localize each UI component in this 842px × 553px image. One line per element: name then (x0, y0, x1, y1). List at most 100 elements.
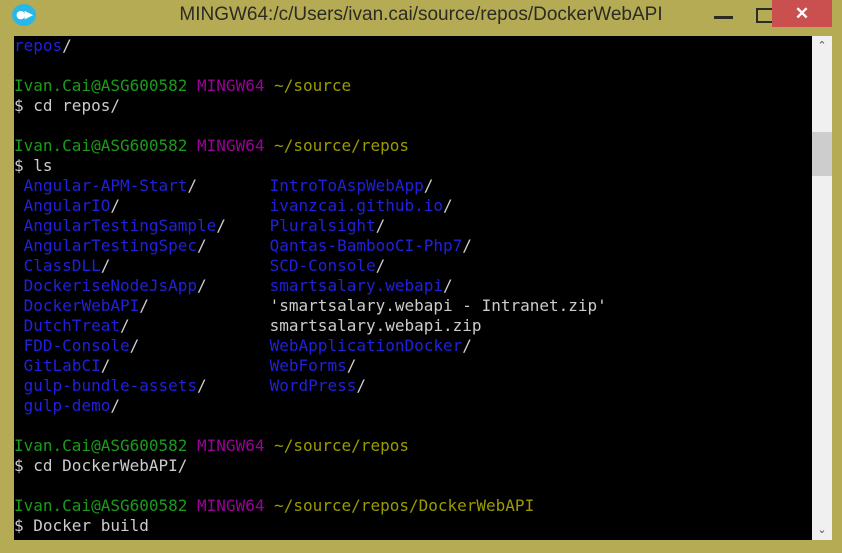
listing-indent (14, 336, 24, 355)
close-icon: ✕ (794, 4, 810, 23)
command-text: ls (23, 156, 53, 175)
listing-indent (14, 276, 24, 295)
directory-slash: / (375, 256, 386, 275)
scrollbar-thumb[interactable] (812, 131, 832, 176)
prompt-shell-name: MINGW64 (197, 76, 265, 95)
directory-name: WordPress (269, 376, 357, 395)
directory-name: FDD-Console (23, 336, 130, 355)
directory-slash: / (356, 376, 366, 395)
terminal-listing-row: DockerWebAPI/'smartsalary.webapi - Intra… (14, 296, 812, 316)
listing-entry: smartsalary.webapi.zip (270, 316, 482, 335)
listing-indent (14, 356, 24, 375)
terminal-listing-row: GitLabCI/WebForms/ (14, 356, 812, 376)
directory-slash: / (100, 256, 111, 275)
terminal-command-line: $ cd DockerWebAPI/ (14, 456, 812, 476)
prompt-path: ~/source/repos (274, 436, 409, 455)
listing-entry: GitLabCI/ (24, 356, 270, 376)
directory-name: Pluralsight (269, 216, 376, 235)
listing-entry: Angular-APM-Start/ (24, 176, 270, 196)
terminal-prompt-line: Ivan.Cai@ASG600582 MINGW64 ~/source/repo… (14, 436, 812, 456)
terminal-output-area[interactable]: repos/ Ivan.Cai@ASG600582 MINGW64 ~/sour… (14, 36, 812, 540)
listing-entry: IntroToAspWebApp/ (270, 176, 434, 195)
terminal-listing-row: gulp-bundle-assets/WordPress/ (14, 376, 812, 396)
directory-slash: / (62, 36, 72, 55)
minimize-icon (714, 16, 733, 19)
directory-name: ClassDLL (23, 256, 101, 275)
command-text: Docker build (23, 516, 149, 535)
prompt-user-host: Ivan.Cai@ASG600582 (14, 76, 188, 95)
directory-name: AngularIO (23, 196, 111, 215)
listing-entry: WebApplicationDocker/ (270, 336, 472, 355)
directory-name: smartsalary.webapi (269, 276, 444, 295)
terminal-listing-row: DockeriseNodeJsApp/smartsalary.webapi/ (14, 276, 812, 296)
listing-entry: WebForms/ (270, 356, 357, 375)
prompt-user-host: Ivan.Cai@ASG600582 (14, 436, 188, 455)
prompt-path: ~/source/repos (274, 136, 409, 155)
scroll-up-arrow-icon[interactable]: ⌃ (812, 36, 832, 56)
terminal-command-line: $ ls (14, 156, 812, 176)
directory-slash: / (100, 356, 111, 375)
listing-indent (14, 236, 24, 255)
terminal-listing-row: AngularIO/ivanzcai.github.io/ (14, 196, 812, 216)
app-icon-glyph: ●▶ (16, 8, 33, 21)
directory-slash: / (443, 196, 453, 215)
minimize-button[interactable] (706, 0, 742, 27)
terminal-prompt-line: Ivan.Cai@ASG600582 MINGW64 ~/source/repo… (14, 136, 812, 156)
directory-name: Angular-APM-Start (23, 176, 188, 195)
prompt-shell-name: MINGW64 (197, 136, 265, 155)
directory-slash: / (197, 376, 207, 395)
terminal-listing-row: gulp-demo/ (14, 396, 812, 416)
terminal-listing-row: AngularTestingSpec/Qantas-BambooCI-Php7/ (14, 236, 812, 256)
close-button[interactable]: ✕ (772, 0, 832, 27)
listing-entry: DockeriseNodeJsApp/ (24, 276, 270, 296)
listing-entry: smartsalary.webapi/ (270, 276, 453, 295)
directory-name: DockerWebAPI (23, 296, 140, 315)
directory-name: gulp-bundle-assets (23, 376, 198, 395)
prompt-path: ~/source/repos/DockerWebAPI (274, 496, 535, 515)
prompt-shell-name: MINGW64 (197, 436, 265, 455)
terminal-listing-row: Angular-APM-Start/IntroToAspWebApp/ (14, 176, 812, 196)
listing-entry: AngularTestingSpec/ (24, 236, 270, 256)
listing-entry: FDD-Console/ (24, 336, 270, 356)
prompt-user-host: Ivan.Cai@ASG600582 (14, 136, 188, 155)
directory-slash: / (346, 356, 357, 375)
listing-entry: DutchTreat/ (24, 316, 270, 336)
directory-slash: / (110, 196, 120, 215)
listing-indent (14, 216, 24, 235)
directory-name: WebApplicationDocker (269, 336, 463, 355)
listing-indent (14, 396, 24, 415)
directory-name: GitLabCI (23, 356, 101, 375)
scroll-down-arrow-icon[interactable]: ⌄ (812, 520, 832, 540)
terminal-screen: repos/ Ivan.Cai@ASG600582 MINGW64 ~/sour… (14, 36, 812, 536)
directory-slash: / (423, 176, 434, 195)
terminal-window: ●▶ MINGW64:/c/Users/ivan.cai/source/repo… (0, 0, 842, 553)
terminal-output-line: repos/ (14, 36, 812, 56)
listing-entry: gulp-bundle-assets/ (24, 376, 270, 396)
vertical-scrollbar[interactable]: ⌃ ⌄ (812, 36, 832, 540)
prompt-sigil: $ (14, 96, 24, 115)
listing-entry: ClassDLL/ (24, 256, 270, 276)
file-name: smartsalary.webapi.zip (269, 316, 482, 335)
terminal-command-line: $ cd repos/ (14, 96, 812, 116)
terminal-prompt-line: Ivan.Cai@ASG600582 MINGW64 ~/source/repo… (14, 496, 812, 516)
directory-name: repos (14, 36, 63, 55)
listing-entry: AngularIO/ (24, 196, 270, 216)
directory-slash: / (197, 236, 207, 255)
listing-entry: ivanzcai.github.io/ (270, 196, 453, 215)
directory-slash: / (139, 296, 149, 315)
directory-name: gulp-demo (23, 396, 111, 415)
directory-slash: / (462, 236, 472, 255)
title-bar[interactable]: ●▶ MINGW64:/c/Users/ivan.cai/source/repo… (0, 0, 842, 34)
prompt-sigil: $ (14, 456, 24, 475)
directory-name: Qantas-BambooCI-Php7 (269, 236, 463, 255)
listing-entry: WordPress/ (270, 376, 366, 395)
directory-slash: / (129, 336, 140, 355)
listing-indent (14, 176, 24, 195)
